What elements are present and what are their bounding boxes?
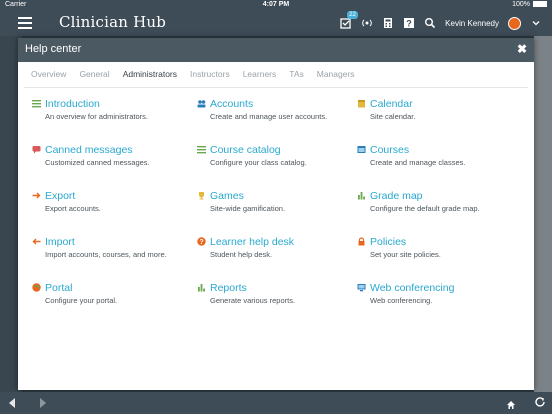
lock-icon bbox=[357, 237, 366, 246]
clock: 4:07 PM bbox=[262, 1, 290, 8]
avatar[interactable] bbox=[508, 16, 521, 30]
help-topic-desc: Configure your class catalog. bbox=[210, 158, 307, 167]
user-name[interactable]: Kevin Kennedy bbox=[445, 19, 499, 28]
tab-administrators[interactable]: Administrators bbox=[123, 69, 177, 79]
help-topic-title: Web conferencing bbox=[370, 282, 455, 294]
home-icon[interactable] bbox=[506, 397, 516, 409]
help-topic-desc: Configure the default grade map. bbox=[370, 204, 480, 213]
tab-tas[interactable]: TAs bbox=[289, 69, 303, 79]
help-topic-desc: Customized canned messages. bbox=[45, 158, 150, 167]
calendar-icon bbox=[357, 99, 366, 108]
help-topic-title: Canned messages bbox=[45, 144, 133, 156]
question-circle-icon: ? bbox=[197, 237, 206, 246]
chevron-down-icon[interactable] bbox=[530, 17, 542, 29]
list-icon bbox=[197, 145, 206, 154]
list-icon bbox=[32, 99, 41, 108]
svg-text:?: ? bbox=[199, 239, 203, 246]
help-topic-desc: Generate various reports. bbox=[210, 296, 296, 305]
tab-learners[interactable]: Learners bbox=[243, 69, 277, 79]
globe-icon bbox=[32, 283, 41, 292]
battery-percent: 100% bbox=[512, 1, 530, 8]
help-topic-title: Course catalog bbox=[210, 144, 281, 156]
arrow-left-icon bbox=[32, 237, 41, 246]
notifications-icon[interactable]: 22 bbox=[340, 11, 358, 29]
app-title: Clinician Hub bbox=[59, 13, 167, 31]
battery-icon bbox=[533, 1, 547, 8]
window-icon bbox=[357, 145, 366, 154]
help-topic-title: Accounts bbox=[210, 98, 254, 110]
app-header: Clinician Hub 22 ? Kevin Kennedy bbox=[0, 10, 552, 36]
users-icon bbox=[197, 99, 206, 108]
help-topic-title: Games bbox=[210, 190, 244, 202]
help-topic-title: Portal bbox=[45, 282, 73, 294]
help-topic-desc: Web conferencing. bbox=[370, 296, 433, 305]
svg-text:?: ? bbox=[406, 19, 412, 29]
background-content bbox=[534, 36, 552, 392]
help-topic-title: Reports bbox=[210, 282, 247, 294]
help-topic-desc: Import accounts, courses, and more. bbox=[45, 250, 167, 259]
dialog-header: Help center ✖ bbox=[18, 38, 534, 62]
help-topic-desc: Configure your portal. bbox=[45, 296, 118, 305]
bar-chart-icon bbox=[357, 191, 366, 200]
tab-bar: Overview General Administrators Instruct… bbox=[31, 69, 368, 79]
help-topic-title: Grade map bbox=[370, 190, 423, 202]
reload-icon[interactable] bbox=[534, 396, 546, 408]
tab-managers[interactable]: Managers bbox=[317, 69, 355, 79]
help-topic-title: Learner help desk bbox=[210, 236, 295, 248]
chat-icon bbox=[32, 145, 41, 154]
help-topic-desc: Student help desk. bbox=[210, 250, 273, 259]
help-topic-title: Courses bbox=[370, 144, 410, 156]
help-topic-title: Calendar bbox=[370, 98, 413, 110]
help-topic-desc: Create and manage user accounts. bbox=[210, 112, 328, 121]
bar-chart-icon bbox=[197, 283, 206, 292]
monitor-icon bbox=[357, 283, 366, 292]
forward-arrow-icon[interactable] bbox=[40, 398, 46, 408]
close-icon[interactable]: ✖ bbox=[517, 42, 527, 56]
help-topic-title: Import bbox=[45, 236, 75, 248]
back-arrow-icon[interactable] bbox=[9, 398, 15, 408]
help-topic-desc: Site calendar. bbox=[370, 112, 416, 121]
calculator-icon[interactable] bbox=[382, 17, 394, 29]
help-topic-title: Export bbox=[45, 190, 76, 202]
help-topic-desc: Create and manage classes. bbox=[370, 158, 466, 167]
help-topic-desc: Set your site policies. bbox=[370, 250, 441, 259]
status-bar: Carrier 4:07 PM 100% bbox=[0, 0, 552, 10]
help-topic-title: Policies bbox=[370, 236, 407, 248]
trophy-icon bbox=[197, 191, 206, 200]
battery-indicator: 100% bbox=[512, 0, 547, 10]
help-center-dialog: Help center ✖ Overview General Administr… bbox=[18, 38, 534, 390]
arrow-right-icon bbox=[32, 191, 41, 200]
tab-instructors[interactable]: Instructors bbox=[190, 69, 230, 79]
help-icon[interactable]: ? bbox=[403, 17, 415, 29]
help-topic-desc: Site-wide gamification. bbox=[210, 204, 286, 213]
header-actions: 22 ? Kevin Kennedy bbox=[340, 11, 542, 31]
tab-general[interactable]: General bbox=[79, 69, 109, 79]
browser-toolbar bbox=[0, 392, 552, 414]
notification-count: 22 bbox=[347, 11, 358, 19]
tab-overview[interactable]: Overview bbox=[31, 69, 66, 79]
help-topic-desc: An overview for administrators. bbox=[45, 112, 148, 121]
help-topic-desc: Export accounts. bbox=[45, 204, 101, 213]
menu-icon[interactable] bbox=[18, 17, 32, 29]
dialog-title: Help center bbox=[25, 43, 82, 55]
search-icon[interactable] bbox=[424, 17, 436, 29]
broadcast-icon[interactable] bbox=[361, 17, 373, 29]
tab-divider bbox=[24, 87, 528, 88]
help-topic-title: Introduction bbox=[45, 98, 100, 110]
